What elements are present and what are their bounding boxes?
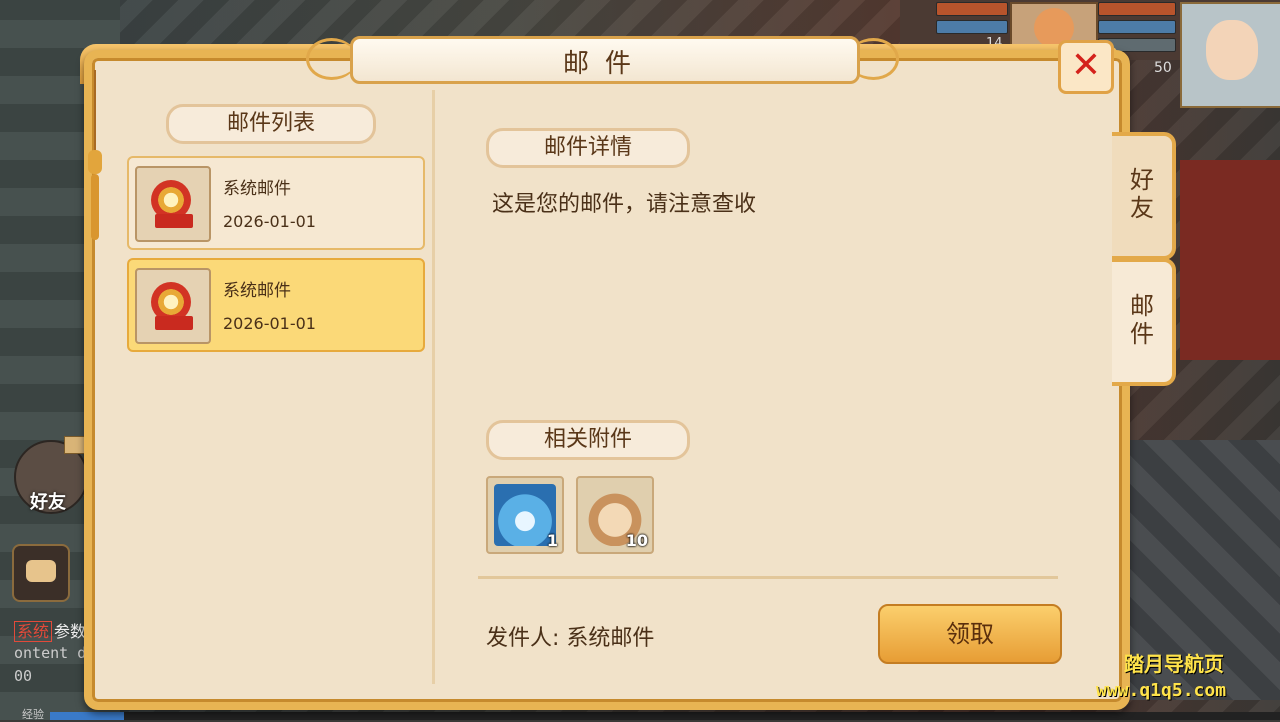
tab-mail[interactable]: 邮件 <box>1112 258 1176 386</box>
pet-mp-bar <box>936 20 1008 34</box>
horn-icon <box>135 268 211 344</box>
tab-friends[interactable]: 好友 <box>1112 132 1176 260</box>
mail-detail-text: 这是您的邮件，请注意查收 <box>492 192 757 217</box>
scene-red-wall <box>1180 160 1280 360</box>
player-hp-bar <box>1098 2 1176 16</box>
horn-base <box>155 214 193 228</box>
chat-button[interactable] <box>12 544 70 602</box>
chat-system-message: 系统 参数 <box>14 618 86 642</box>
chat-system-tag: 系统 <box>14 621 53 642</box>
mail-item-name: 系统邮件 <box>223 179 291 199</box>
detail-divider <box>478 576 1058 579</box>
horn-base <box>155 316 193 330</box>
tab-mail-label: 邮件 <box>1130 292 1154 348</box>
tassel-cord <box>94 70 96 150</box>
attachments-title: 相关附件 <box>486 420 690 460</box>
panel-title: 邮件 <box>562 49 647 79</box>
attachment-count: 1 <box>546 531 558 550</box>
tassel-tail <box>91 174 99 240</box>
mail-item-date: 2026-01-01 <box>223 212 316 231</box>
mail-item-date: 2026-01-01 <box>223 314 316 333</box>
horn-icon <box>135 166 211 242</box>
player-face-icon <box>1206 20 1258 80</box>
mail-list-item-selected[interactable]: 系统邮件 2026-01-01 <box>127 258 425 352</box>
watermark-title: 踏月导航页 <box>1124 652 1224 676</box>
mail-item-name: 系统邮件 <box>223 281 291 301</box>
chat-line-2: ontent d <box>14 644 87 662</box>
tassel-decoration <box>88 70 102 240</box>
mail-list-title: 邮件列表 <box>166 104 376 144</box>
mail-list-item[interactable]: 系统邮件 2026-01-01 <box>127 156 425 250</box>
sender-label: 发件人: 系统邮件 <box>486 626 655 651</box>
close-button[interactable]: ✕ <box>1058 40 1114 94</box>
friend-label: 好友 <box>30 492 66 513</box>
column-divider <box>432 90 435 684</box>
pet-hp-bar <box>936 2 1008 16</box>
title-plate: 邮件 <box>350 36 860 84</box>
attachment-slot[interactable]: 1 <box>486 476 564 554</box>
mail-detail-title: 邮件详情 <box>486 128 690 168</box>
attachment-slot[interactable]: 10 <box>576 476 654 554</box>
chat-line-3: 00 <box>14 667 33 685</box>
player-level: 50 <box>1154 60 1172 76</box>
pet-status-bars <box>936 2 1008 38</box>
tassel-knot <box>88 150 102 174</box>
claim-button[interactable]: 领取 <box>878 604 1062 664</box>
chat-bubble-icon <box>26 560 56 582</box>
attachment-count: 10 <box>625 531 648 550</box>
chat-line-1: 参数 <box>54 622 87 641</box>
player-portrait[interactable] <box>1180 2 1280 108</box>
close-icon: ✕ <box>1070 45 1102 86</box>
exp-bar-fill <box>50 712 124 720</box>
exp-bar <box>50 712 1280 720</box>
tab-friends-label: 好友 <box>1130 166 1154 222</box>
watermark-url: www.q1q5.com <box>1096 680 1227 701</box>
player-mp-bar <box>1098 20 1176 34</box>
